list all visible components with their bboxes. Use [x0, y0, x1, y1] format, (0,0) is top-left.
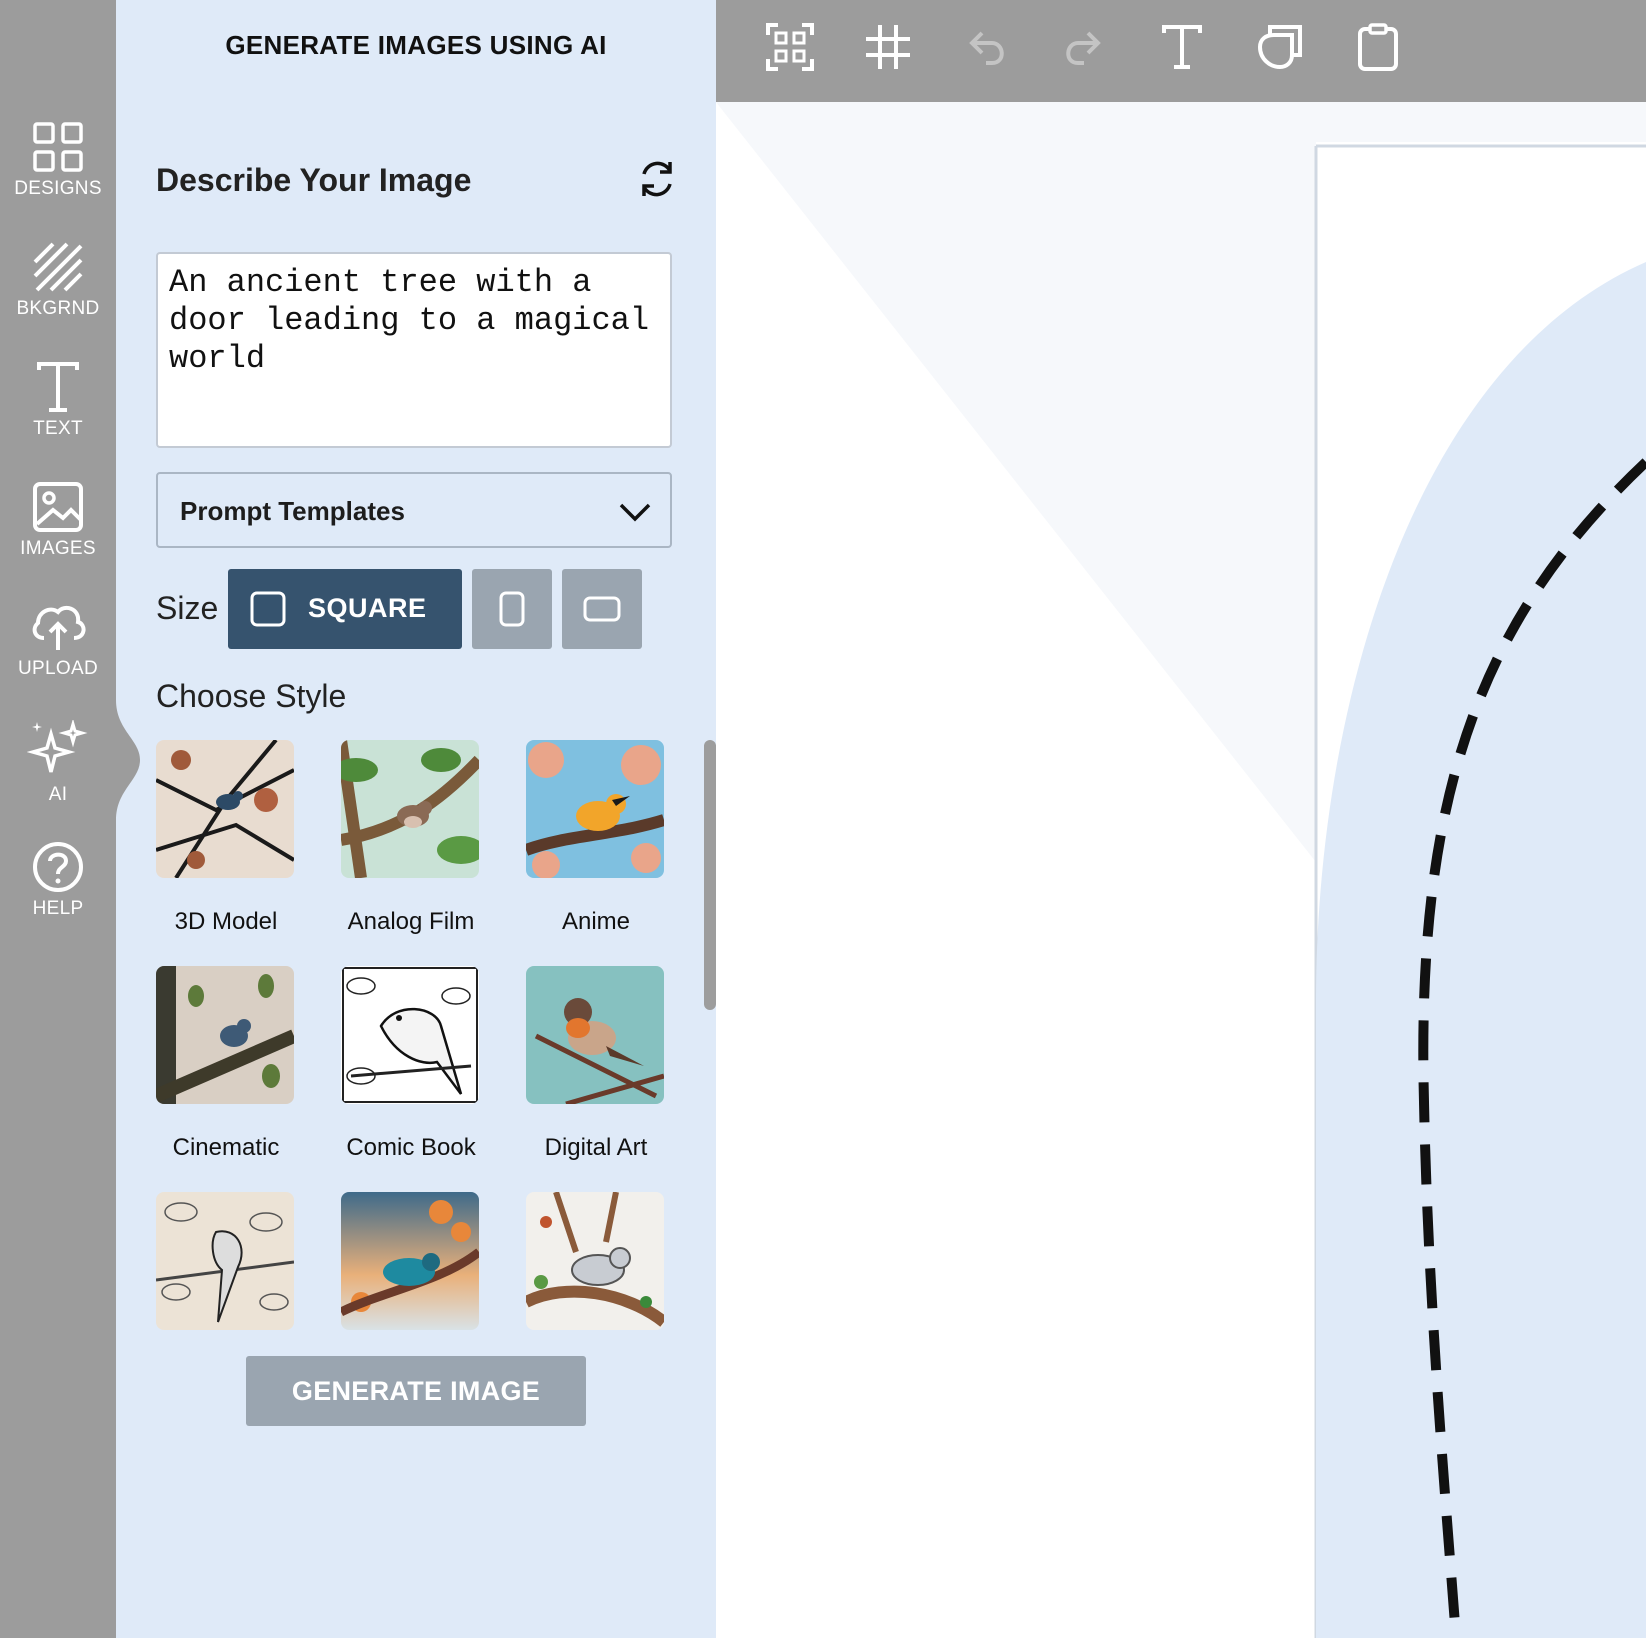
style-thumbnail: [523, 1191, 668, 1330]
help-circle-icon: [33, 842, 83, 892]
style-label: Analog Film: [347, 908, 475, 935]
style-thumbnail: [341, 966, 479, 1104]
qr-code-button[interactable]: [758, 17, 822, 81]
scrollbar-thumb[interactable]: [704, 740, 716, 1010]
active-tab-notch: [116, 700, 140, 820]
style-analog-film[interactable]: Analog Film: [334, 739, 485, 935]
ai-panel: GENERATE IMAGES USING AI Describe Your I…: [116, 0, 716, 1638]
clipboard-icon: [1358, 23, 1398, 71]
style-label: Anime: [561, 908, 631, 935]
redo-icon: [1066, 31, 1101, 65]
rail-label: TEXT: [33, 418, 83, 439]
panel-title: GENERATE IMAGES USING AI: [225, 30, 607, 60]
size-portrait-button[interactable]: [472, 569, 552, 649]
rail-label: UPLOAD: [18, 658, 98, 679]
layers-button[interactable]: [1248, 17, 1312, 81]
style-label: Cinematic: [172, 1134, 280, 1161]
style-cinematic[interactable]: Cinematic: [153, 966, 297, 1161]
size-square-label: SQUARE: [308, 593, 427, 623]
style-thumbnail: [523, 740, 666, 879]
choose-style-label: Choose Style: [156, 678, 347, 714]
rail-item-text[interactable]: TEXT: [0, 352, 116, 464]
style-thumbnail: [155, 738, 296, 880]
rail-item-help[interactable]: HELP: [0, 832, 116, 944]
layers-icon: [1257, 25, 1302, 70]
landscape-icon: [583, 596, 621, 622]
style-isometric[interactable]: [523, 1191, 668, 1335]
rail-item-designs[interactable]: DESIGNS: [0, 112, 116, 224]
style-anime[interactable]: Anime: [523, 740, 666, 935]
rail-label: DESIGNS: [14, 178, 102, 199]
size-landscape-button[interactable]: [562, 569, 642, 649]
chevron-down-icon: [619, 503, 651, 522]
style-thumbnail: [334, 739, 485, 879]
cloud-upload-icon: [32, 605, 86, 650]
style-label: Comic Book: [346, 1134, 476, 1161]
prompt-templates-dropdown[interactable]: Prompt Templates: [156, 472, 672, 548]
clipboard-button[interactable]: [1346, 17, 1410, 81]
prompt-templates-label: Prompt Templates: [180, 496, 405, 526]
image-icon: [33, 482, 83, 532]
rail-label: BKGRND: [16, 298, 100, 319]
rail-item-bkgrnd[interactable]: BKGRND: [0, 232, 116, 344]
rail-label: HELP: [32, 898, 84, 919]
text-icon: [37, 362, 79, 412]
add-text-button[interactable]: [1150, 17, 1214, 81]
text-icon: [1162, 25, 1202, 69]
style-sketch[interactable]: [155, 1192, 296, 1335]
grid-icon: [33, 122, 83, 172]
rail-label: IMAGES: [20, 538, 96, 559]
style-thumbnail: [526, 966, 665, 1107]
style-fantasy[interactable]: [338, 1192, 482, 1335]
refresh-icon[interactable]: [636, 158, 678, 200]
style-comic-book[interactable]: Comic Book: [341, 966, 481, 1161]
rail-item-upload[interactable]: UPLOAD: [0, 592, 116, 704]
portrait-icon: [499, 591, 525, 627]
undo-button[interactable]: [954, 17, 1018, 81]
describe-label: Describe Your Image: [156, 162, 472, 198]
style-label: 3D Model: [174, 908, 278, 935]
grid-hash-icon: [866, 25, 910, 69]
prompt-input[interactable]: An ancient tree with a door leading to a…: [156, 252, 672, 448]
redo-button[interactable]: [1052, 17, 1116, 81]
top-toolbar: [716, 0, 1646, 102]
style-thumbnail: [153, 966, 297, 1104]
generate-image-button[interactable]: GENERATE IMAGE: [246, 1356, 586, 1426]
style-thumbnail: [338, 1192, 482, 1330]
design-canvas[interactable]: [716, 102, 1646, 1638]
size-square-button[interactable]: SQUARE: [228, 569, 462, 649]
rail-item-ai[interactable]: AI: [0, 712, 116, 824]
square-icon: [250, 591, 286, 627]
style-thumbnail: [155, 1192, 295, 1330]
qr-code-icon: [766, 23, 814, 71]
size-label: Size: [156, 590, 219, 626]
rail-label: AI: [48, 784, 68, 805]
left-rail: DESIGNS BKGRND TEXT IMAGES UPLOAD AI HEL…: [0, 0, 116, 1638]
diagonal-stripes-icon: [33, 242, 83, 292]
sparkles-icon: [27, 720, 88, 773]
grid-button[interactable]: [856, 17, 920, 81]
canvas-artwork: [716, 102, 1646, 1638]
rail-item-images[interactable]: IMAGES: [0, 472, 116, 584]
style-3d-model[interactable]: 3D Model: [155, 738, 296, 935]
style-label: Digital Art: [544, 1134, 648, 1161]
undo-icon: [969, 31, 1004, 65]
style-digital-art[interactable]: Digital Art: [526, 966, 666, 1161]
